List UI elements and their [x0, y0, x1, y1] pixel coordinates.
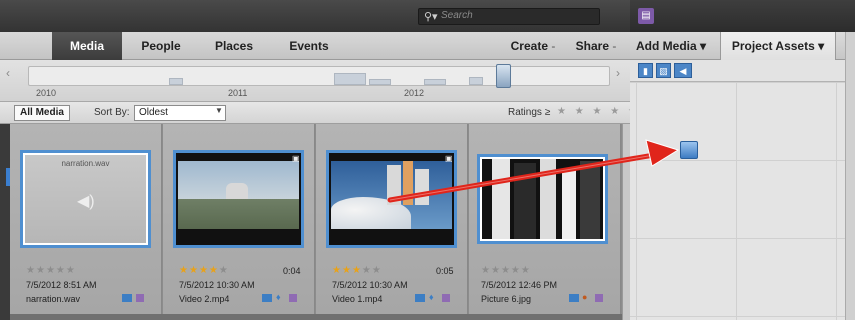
drag-arrow	[387, 139, 680, 203]
